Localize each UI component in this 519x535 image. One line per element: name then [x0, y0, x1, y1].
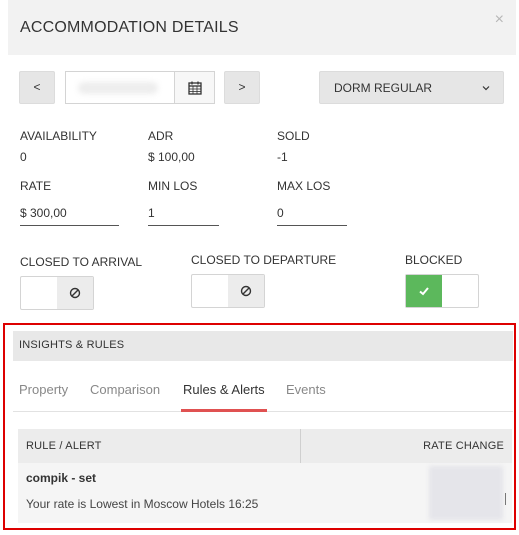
active-tab-indicator [181, 409, 267, 412]
availability-value: 0 [20, 150, 27, 164]
modal-title: ACCOMMODATION DETAILS [20, 19, 239, 36]
insights-title: INSIGHTS & RULES [19, 339, 125, 351]
close-icon[interactable]: × [495, 12, 504, 28]
sold-label: SOLD [277, 129, 310, 143]
rate-input[interactable]: $ 300,00 [20, 200, 119, 226]
next-date-button[interactable]: > [224, 71, 260, 104]
rate-input-value: $ 300,00 [20, 206, 67, 220]
tab-property[interactable]: Property [19, 382, 68, 397]
alert-message: Your rate is Lowest in Moscow Hotels 16:… [26, 497, 259, 511]
tab-comparison[interactable]: Comparison [90, 382, 160, 397]
prev-date-button[interactable]: < [19, 71, 55, 104]
max-los-input-value: 0 [277, 206, 284, 220]
adr-value: $ 100,00 [148, 150, 195, 164]
max-los-label: MAX LOS [277, 179, 331, 193]
table-row[interactable]: compik - set Your rate is Lowest in Mosc… [18, 463, 512, 523]
date-field[interactable] [65, 71, 215, 104]
closed-to-departure-label: CLOSED TO DEPARTURE [191, 253, 337, 267]
tab-events[interactable]: Events [286, 382, 326, 397]
check-icon [419, 287, 429, 296]
calendar-icon [188, 81, 202, 95]
calendar-button[interactable] [174, 72, 214, 103]
room-type-select[interactable]: DORM REGULAR [319, 71, 504, 104]
min-los-input-value: 1 [148, 206, 155, 220]
ban-icon [69, 287, 81, 299]
row-divider [505, 493, 506, 505]
ban-icon [240, 285, 252, 297]
alerts-table-header: RULE / ALERT RATE CHANGE [18, 429, 512, 463]
column-rate-change[interactable]: RATE CHANGE [423, 440, 504, 452]
rule-name: compik - set [26, 471, 97, 485]
column-rule-alert[interactable]: RULE / ALERT [26, 440, 102, 452]
insights-panel: INSIGHTS & RULES Property Comparison Rul… [3, 323, 516, 530]
room-type-value: DORM REGULAR [334, 81, 433, 95]
max-los-input[interactable]: 0 [277, 200, 347, 226]
chevron-down-icon [482, 86, 490, 91]
tab-rules-alerts[interactable]: Rules & Alerts [183, 382, 265, 397]
min-los-input[interactable]: 1 [148, 200, 219, 226]
sold-value: -1 [277, 150, 288, 164]
closed-to-arrival-label: CLOSED TO ARRIVAL [20, 255, 143, 269]
column-divider [300, 429, 301, 463]
insights-header: INSIGHTS & RULES [13, 331, 513, 361]
closed-to-arrival-toggle[interactable] [20, 276, 94, 310]
insights-tabs: Property Comparison Rules & Alerts Event… [13, 363, 513, 412]
blocked-label: BLOCKED [405, 253, 463, 267]
adr-label: ADR [148, 129, 174, 143]
rate-change-value [429, 466, 503, 520]
closed-to-departure-toggle[interactable] [191, 274, 265, 308]
min-los-label: MIN LOS [148, 179, 198, 193]
modal-header: ACCOMMODATION DETAILS × [8, 0, 516, 55]
availability-label: AVAILABILITY [20, 129, 97, 143]
date-value [78, 82, 158, 94]
blocked-toggle[interactable] [405, 274, 479, 308]
rate-label: RATE [20, 179, 52, 193]
